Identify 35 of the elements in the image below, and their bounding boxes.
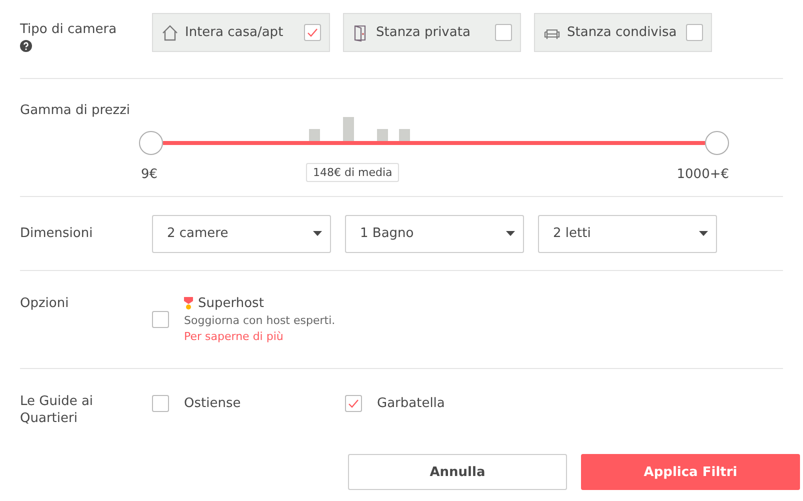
checkbox[interactable] xyxy=(152,311,169,328)
section-label: Gamma di prezzi xyxy=(20,103,132,118)
dropdown[interactable]: 1 Bagno xyxy=(345,214,524,252)
slider-handle[interactable] xyxy=(139,131,163,155)
checkbox-label: Ostiense xyxy=(184,396,241,410)
medal-icon xyxy=(184,297,193,310)
option-title: Superhost xyxy=(198,296,264,311)
caret-icon xyxy=(699,231,708,236)
checkbox-label: Garbatella xyxy=(377,396,445,410)
option-description: Soggiorna con host esperti. xyxy=(184,314,336,327)
section-label: Opzioni xyxy=(20,296,70,313)
section-label: Le Guide ai Quartieri xyxy=(20,393,94,428)
room-type-option[interactable]: Intera casa/apt xyxy=(152,13,330,52)
cancel-button[interactable]: Annulla xyxy=(348,454,567,490)
max-price: 1000+€ xyxy=(676,167,729,182)
check-icon xyxy=(348,398,359,408)
dropdown[interactable]: 2 letti xyxy=(538,214,717,252)
checkbox[interactable] xyxy=(345,394,362,412)
slider-handle[interactable] xyxy=(705,131,729,155)
dropdown[interactable]: 2 camere xyxy=(152,214,331,252)
min-price: 9€ xyxy=(141,167,158,182)
room-type-option[interactable]: Stanza privata xyxy=(343,13,521,52)
checkbox[interactable] xyxy=(152,394,169,412)
house-icon xyxy=(161,24,179,42)
room-type-option[interactable]: Stanza condivisa xyxy=(534,13,712,52)
check-icon xyxy=(307,28,318,37)
caret-icon xyxy=(313,231,322,236)
checkbox[interactable] xyxy=(686,24,703,41)
caret-icon xyxy=(506,231,515,236)
section-label: Tipo di camera xyxy=(20,22,118,37)
checkbox[interactable] xyxy=(495,24,512,41)
help-icon[interactable] xyxy=(20,40,32,52)
average-price-tooltip: 148€ di media xyxy=(306,163,400,182)
checkbox[interactable] xyxy=(304,24,321,41)
section-label: Dimensioni xyxy=(20,226,94,241)
